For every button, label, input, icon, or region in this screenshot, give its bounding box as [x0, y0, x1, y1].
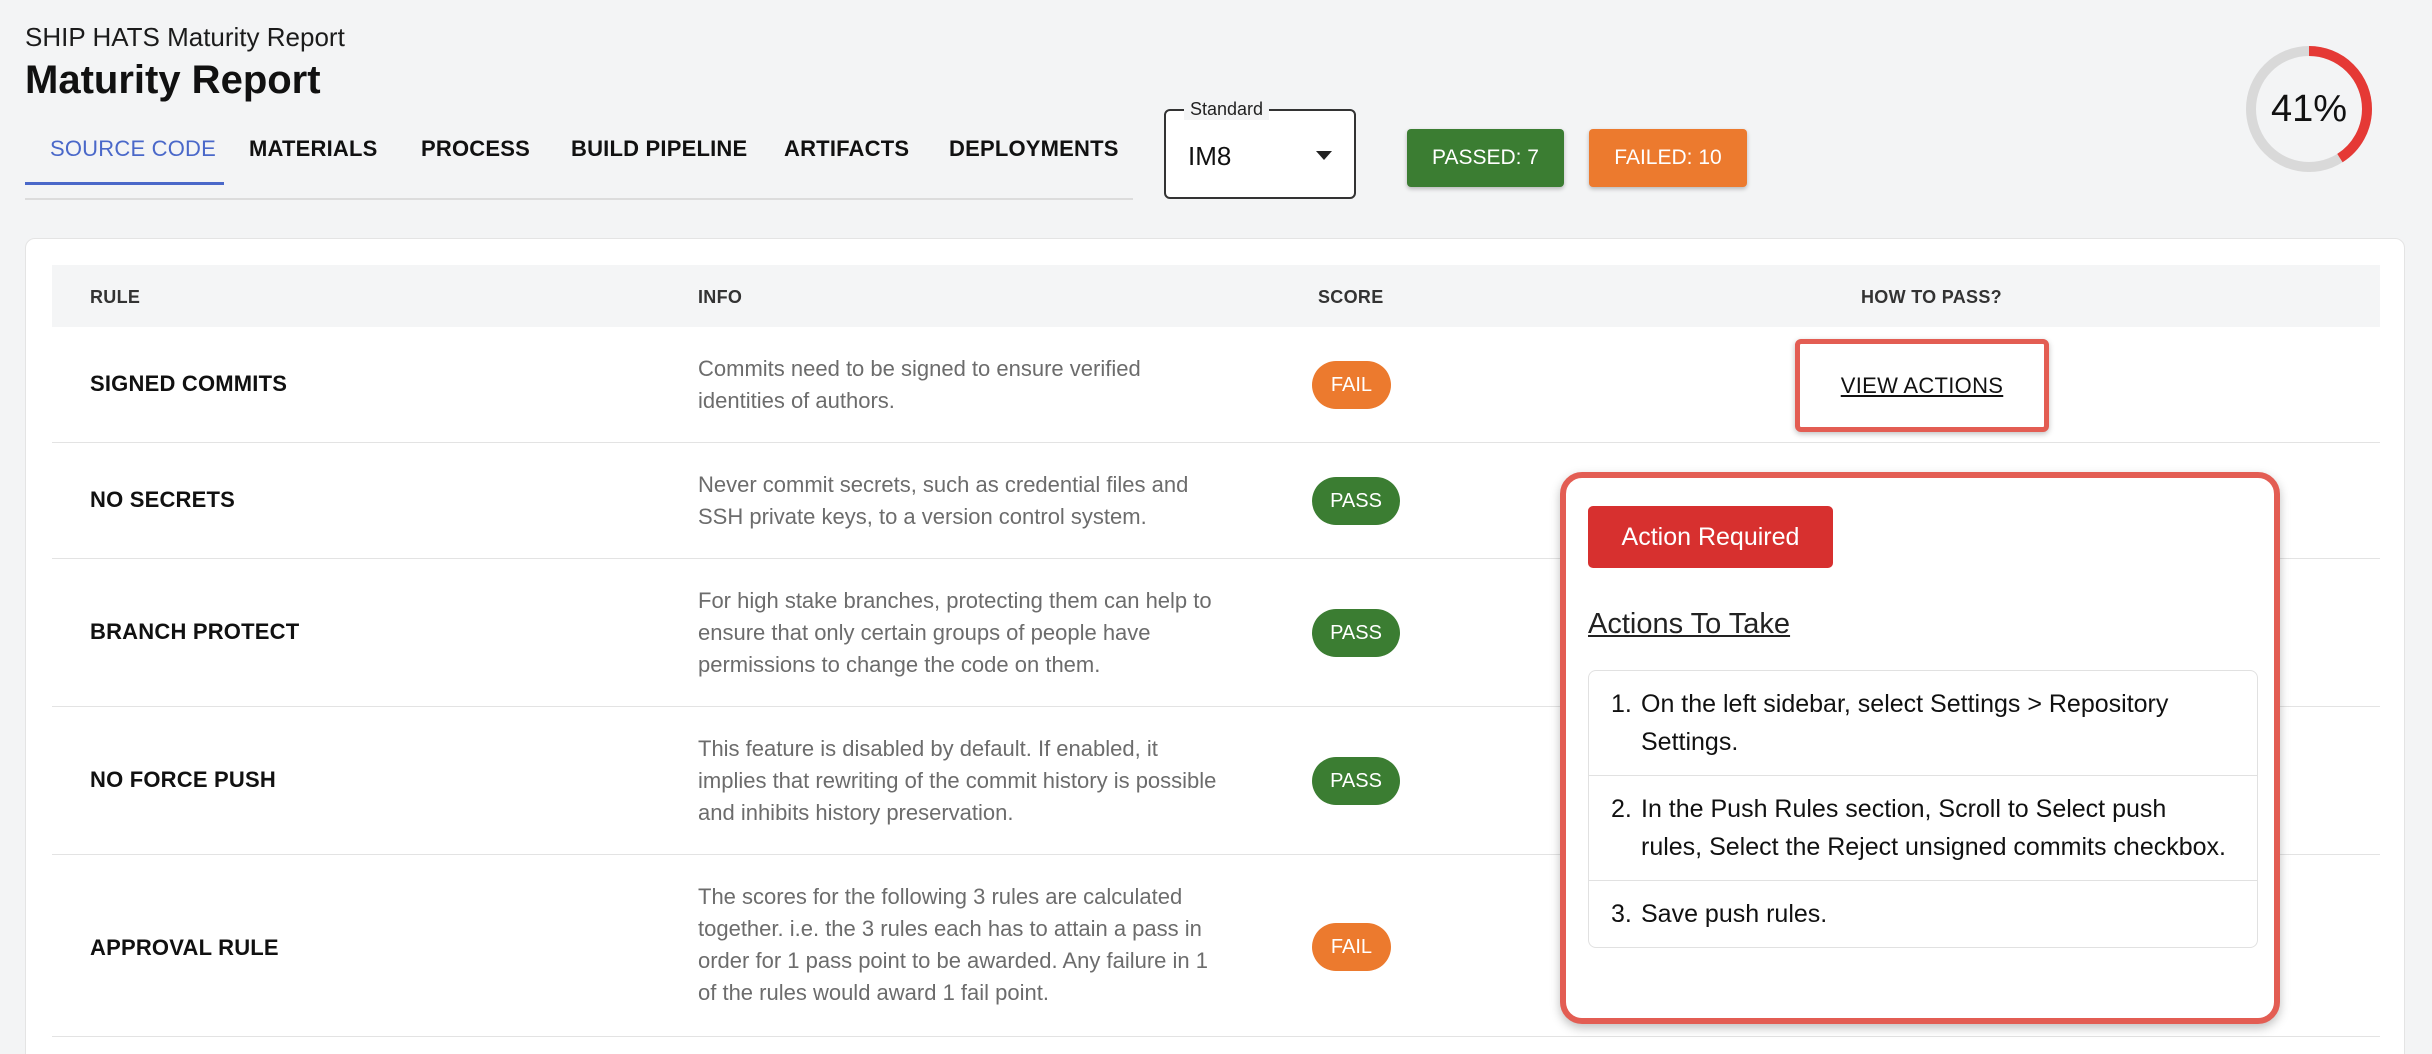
tab-build-pipeline[interactable]: BUILD PIPELINE [571, 124, 747, 186]
score-pass-badge: PASS [1312, 477, 1400, 525]
score-pass-badge: PASS [1312, 609, 1400, 657]
page-title: Maturity Report [25, 58, 321, 102]
rule-name: APPROVAL RULE [90, 935, 279, 960]
passed-count-button[interactable]: PASSED: 7 [1407, 129, 1564, 187]
tab-source-code[interactable]: SOURCE CODE [50, 124, 216, 186]
rule-info: The scores for the following 3 rules are… [698, 884, 1208, 1005]
action-step: 3. Save push rules. [1589, 881, 2257, 947]
category-tabs: SOURCE CODE MATERIALS PROCESS BUILD PIPE… [25, 124, 1133, 200]
rule-name: SIGNED COMMITS [90, 371, 288, 396]
rule-name: NO FORCE PUSH [90, 767, 276, 792]
standard-select-value: IM8 [1188, 141, 1232, 171]
rule-name: NO SECRETS [90, 487, 236, 512]
column-header-how-to-pass: HOW TO PASS? [1861, 287, 2002, 307]
tab-materials[interactable]: MATERIALS [249, 124, 378, 186]
score-pass-badge: PASS [1312, 757, 1400, 805]
column-header-rule: RULE [90, 287, 141, 307]
action-step-text: Save push rules. [1641, 900, 1828, 928]
tab-artifacts[interactable]: ARTIFACTS [784, 124, 909, 186]
actions-title: Actions To Take [1588, 608, 1791, 640]
rule-name: BRANCH PROTECT [90, 619, 300, 644]
app-subtitle: SHIP HATS Maturity Report [25, 22, 345, 52]
score-fail-badge: FAIL [1312, 361, 1391, 409]
tab-process[interactable]: PROCESS [421, 124, 530, 186]
standard-select-label: Standard [1184, 99, 1270, 120]
column-header-score: SCORE [1318, 287, 1384, 307]
action-step-text: On the left sidebar, select Settings > R… [1641, 690, 2169, 756]
view-actions-highlight: VIEW ACTIONS [1795, 339, 2049, 432]
rule-info: Commits need to be signed to ensure veri… [698, 356, 1141, 413]
tab-deployments[interactable]: DEPLOYMENTS [949, 124, 1119, 186]
action-step: 2. In the Push Rules section, Scroll to … [1589, 776, 2257, 881]
rule-info: Never commit secrets, such as credential… [698, 472, 1189, 529]
failed-count-button[interactable]: FAILED: 10 [1589, 129, 1747, 187]
rule-info: This feature is disabled by default. If … [698, 736, 1217, 825]
actions-list: 1. On the left sidebar, select Settings … [1588, 670, 2258, 948]
action-step: 1. On the left sidebar, select Settings … [1589, 671, 2257, 776]
standard-select[interactable]: Standard IM8 [1164, 99, 1356, 199]
action-required-badge: Action Required [1588, 506, 1833, 568]
table-header: RULE INFO SCORE HOW TO PASS? [52, 265, 2380, 327]
score-fail-badge: FAIL [1312, 923, 1391, 971]
action-step-text: In the Push Rules section, Scroll to Sel… [1641, 795, 2226, 861]
view-actions-link[interactable]: VIEW ACTIONS [1800, 344, 2044, 427]
action-step-number: 2. [1611, 795, 1632, 823]
active-tab-indicator [25, 182, 224, 185]
action-step-number: 1. [1611, 690, 1632, 718]
caret-down-icon [1316, 151, 1332, 160]
column-header-info: INFO [698, 287, 743, 307]
action-step-number: 3. [1611, 900, 1632, 928]
progress-percent: 41% [2270, 87, 2348, 130]
actions-popover: Action Required Actions To Take 1. On th… [1560, 472, 2280, 1024]
rule-info: For high stake branches, protecting them… [698, 588, 1212, 677]
